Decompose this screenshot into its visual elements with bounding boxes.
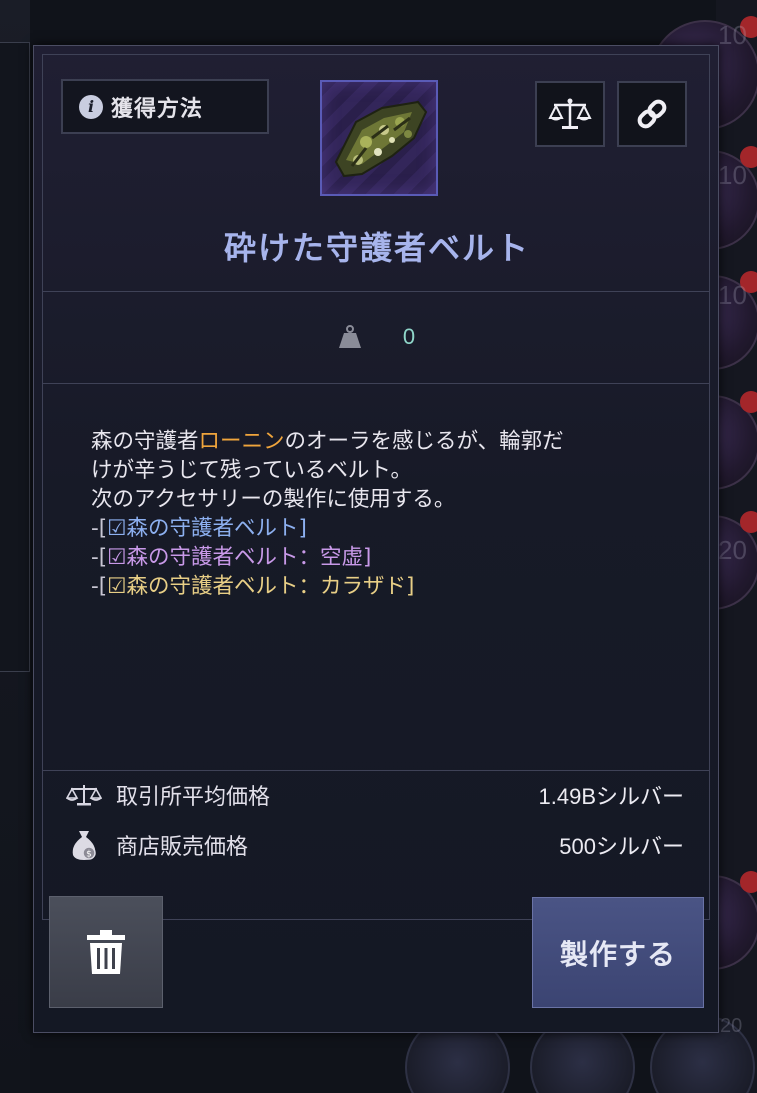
link-suffix: ] [405, 574, 415, 599]
item-name: 砕けた守護者ベルト [223, 229, 530, 267]
info-icon: i [79, 94, 103, 119]
external-link-icon: ☑ [107, 545, 127, 570]
svg-text:$: $ [86, 850, 92, 860]
crafting-link-item[interactable]: -[☑森の守護者ベルト：カラザド] [91, 572, 681, 601]
acquire-method-button[interactable]: i 獲得方法 [61, 79, 269, 134]
link-prefix: -[ [91, 545, 108, 570]
item-description: 森の守護者ローニンのオーラを感じるが、輪郭だ けが辛うじて残っているベルト。 次… [91, 427, 681, 601]
crafting-link-item[interactable]: -[☑森の守護者ベルト：空虚] [91, 543, 681, 572]
description-line: 森の守護者ローニンのオーラを感じるが、輪郭だ [91, 427, 681, 456]
acquire-method-label: 獲得方法 [111, 96, 204, 122]
weight-row: 0 [43, 291, 709, 383]
shop-price-label: 商店販売価格 [116, 835, 249, 860]
link-icon [637, 99, 667, 129]
external-link-icon: ☑ [107, 574, 127, 599]
market-price-label: 取引所平均価格 [116, 785, 271, 810]
background-number: 10 [718, 160, 747, 190]
description-line: 次のアクセサリーの製作に使用する。 [91, 487, 456, 512]
scale-icon [548, 98, 592, 129]
market-price-row: 取引所平均価格 1.49Bシルバー [42, 775, 710, 815]
background-number: 20 [720, 1015, 743, 1037]
compare-button[interactable] [535, 81, 605, 147]
weight-value: 0 [402, 324, 416, 349]
money-bag-icon: $ [62, 829, 106, 861]
link-suffix: ] [362, 545, 372, 570]
link-text[interactable]: 森の守護者ベルト：カラザド [126, 574, 406, 599]
link-prefix: -[ [91, 516, 108, 541]
description-line: けが辛うじて残っているベルト。 [91, 458, 412, 483]
price-section: 取引所平均価格 1.49Bシルバー $ 商店販売価格 500シルバー [42, 770, 710, 872]
item-detail-panel: i 獲得方法 砕けた守護者ベルト 0 森の守護者ローニンのオーラを感じるが、輪郭… [33, 45, 719, 1033]
link-suffix: ] [298, 516, 307, 541]
background-left-panel [0, 42, 30, 672]
weight-icon [338, 325, 361, 348]
link-text[interactable]: 森の守護者ベルト [126, 516, 298, 541]
link-prefix: -[ [91, 574, 108, 599]
link-text[interactable]: 森の守護者ベルト：空虚 [126, 545, 363, 570]
highlighted-name: ローニン [198, 429, 285, 454]
craft-button[interactable]: 製作する [532, 897, 704, 1008]
description-text: のオーラを感じるが、輪郭だ [284, 429, 564, 454]
shop-price-value: 500シルバー [559, 834, 684, 859]
belt-icon [334, 100, 428, 178]
trash-icon [87, 930, 125, 974]
background-number: 10 [718, 20, 747, 50]
background-number: 10 [718, 280, 747, 310]
delete-button[interactable] [49, 896, 163, 1008]
external-link-icon: ☑ [107, 516, 127, 541]
shop-price-row: $ 商店販売価格 500シルバー [42, 825, 710, 865]
market-price-value: 1.49Bシルバー [538, 784, 685, 809]
share-link-button[interactable] [617, 81, 687, 147]
scale-icon [62, 782, 106, 808]
description-text: 森の守護者 [91, 429, 199, 454]
item-icon[interactable] [320, 80, 438, 196]
crafting-link-item[interactable]: -[☑森の守護者ベルト] [91, 514, 681, 543]
divider [43, 383, 709, 384]
background-number: 20 [718, 535, 747, 565]
